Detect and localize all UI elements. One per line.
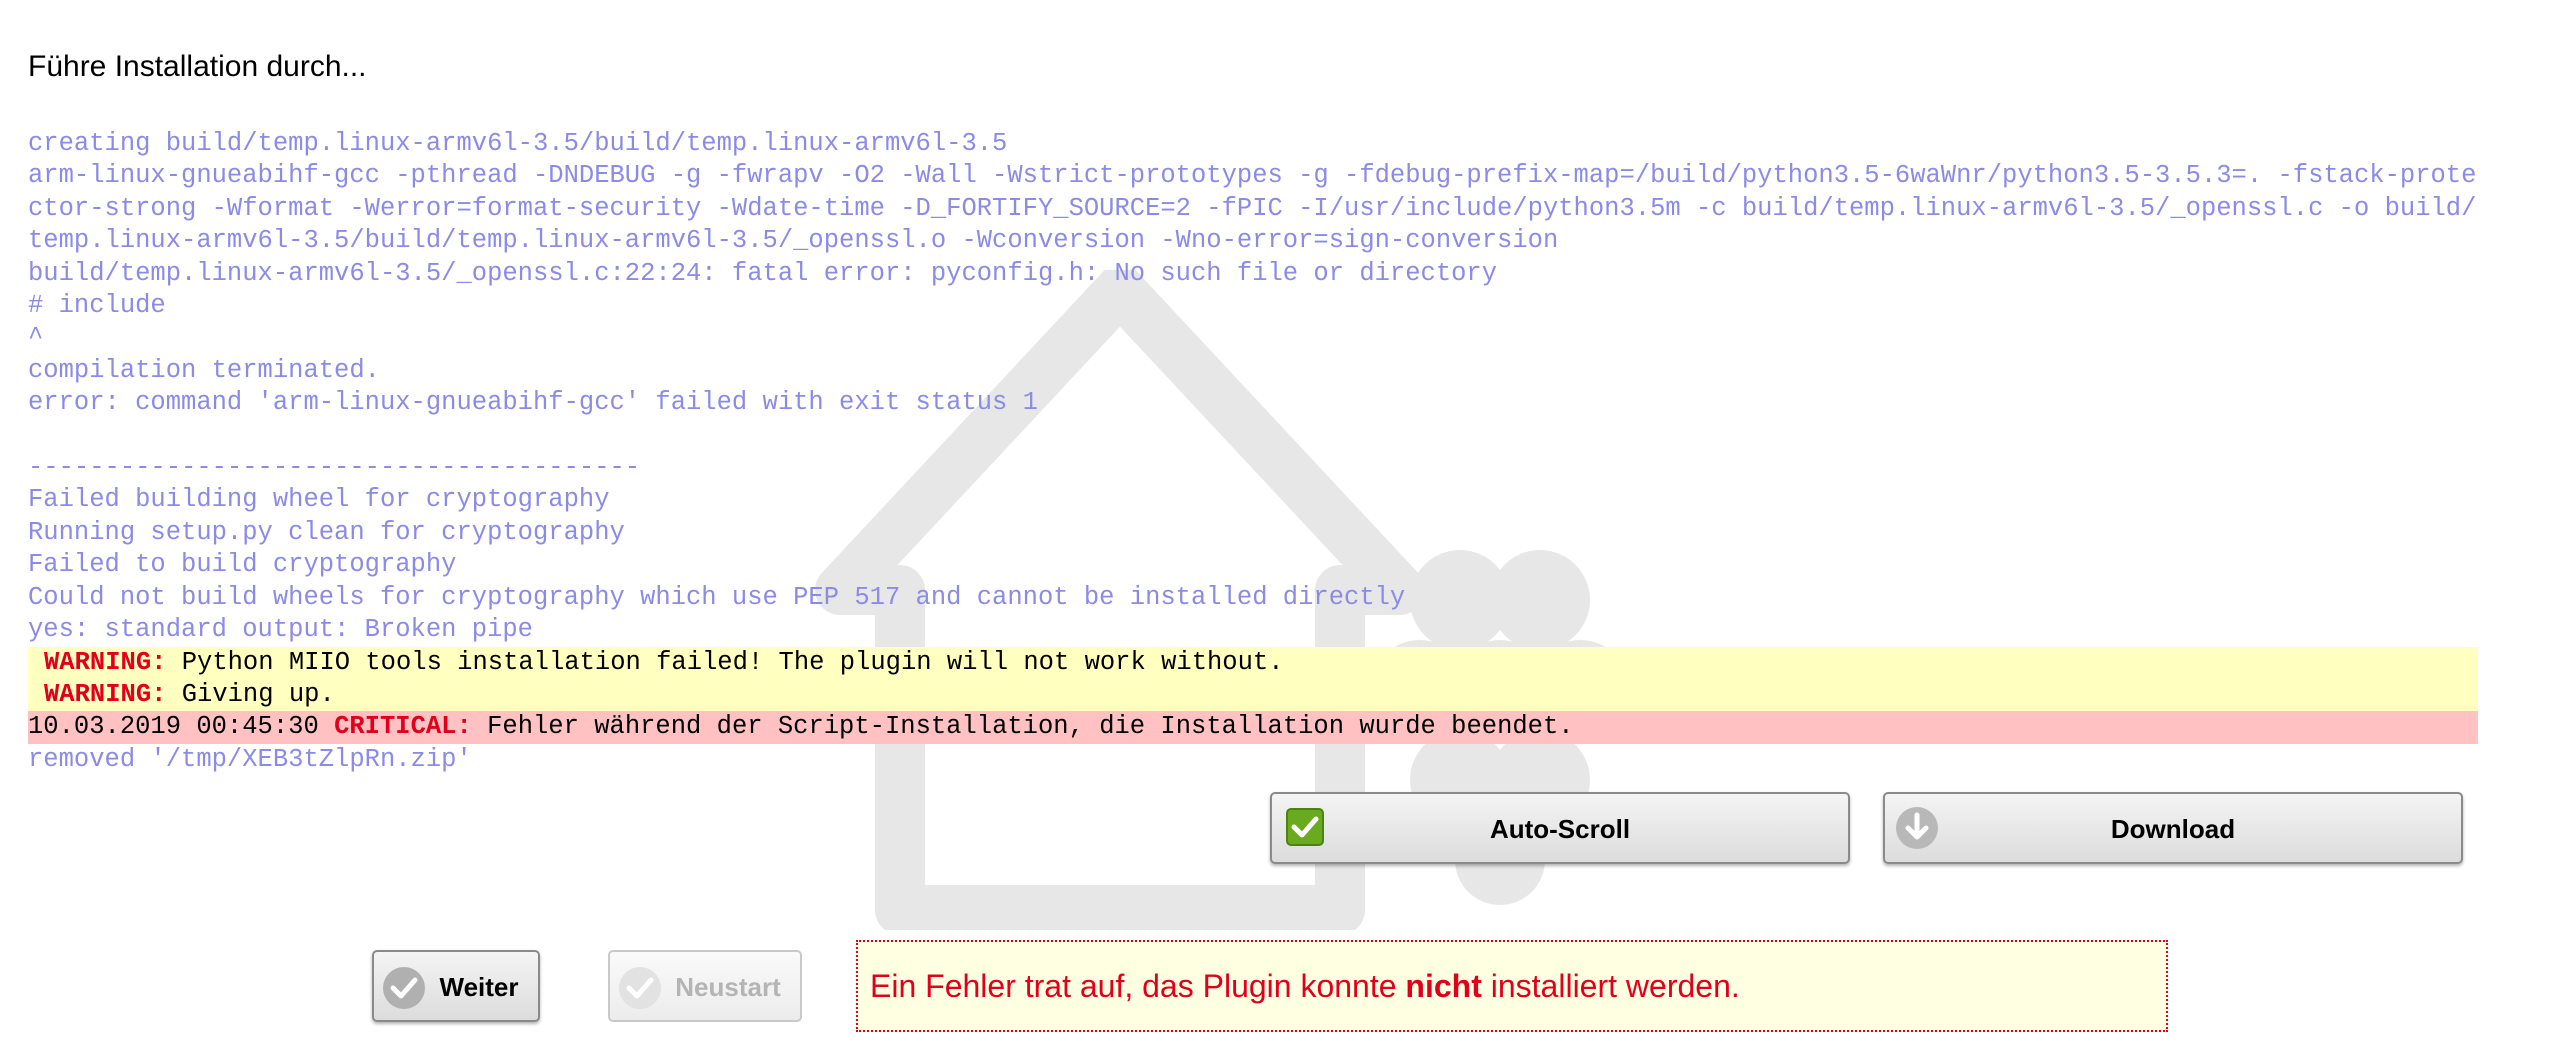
- log-line: compilation terminated.: [28, 355, 380, 385]
- critical-text: Fehler während der Script-Installation, …: [471, 712, 1574, 742]
- log-line: build/temp.linux-armv6l-3.5/_openssl.c:2…: [28, 258, 1498, 288]
- log-line: Could not build wheels for cryptography …: [28, 582, 1406, 612]
- critical-timestamp: 10.03.2019 00:45:30: [28, 712, 335, 742]
- neustart-button[interactable]: Neustart: [608, 950, 802, 1022]
- weiter-button[interactable]: Weiter: [372, 950, 540, 1022]
- weiter-label: Weiter: [439, 972, 519, 1002]
- auto-scroll-label: Auto-Scroll: [1489, 814, 1631, 844]
- download-button[interactable]: Download: [1883, 792, 2463, 864]
- error-message-box: Ein Fehler trat auf, das Plugin konnte n…: [856, 940, 2168, 1032]
- auto-scroll-button[interactable]: Auto-Scroll: [1270, 792, 1850, 864]
- log-line: # include: [28, 291, 166, 321]
- log-line: ^: [28, 323, 44, 353]
- neustart-label: Neustart: [675, 972, 781, 1002]
- log-warning-line: WARNING: Giving up.: [28, 678, 2478, 712]
- log-warning-line: WARNING: Python MIIO tools installation …: [28, 646, 2478, 679]
- log-line: removed '/tmp/XEB3tZlpRn.zip': [28, 744, 472, 774]
- log-line: creating build/temp.linux-armv6l-3.5/bui…: [28, 129, 1008, 158]
- log-line: arm-linux-gnueabihf-gcc -pthread -DNDEBU…: [28, 161, 2477, 256]
- warning-text: Giving up.: [166, 679, 335, 709]
- install-log[interactable]: creating build/temp.linux-armv6l-3.5/bui…: [28, 128, 2478, 776]
- page-title: Führe Installation durch...: [28, 50, 367, 83]
- log-line: Failed to build cryptography: [28, 550, 457, 580]
- log-line: Running setup.py clean for cryptography: [28, 517, 625, 547]
- critical-tag: CRITICAL:: [334, 712, 472, 742]
- log-line: error: command 'arm-linux-gnueabihf-gcc'…: [28, 388, 1038, 418]
- error-message-text: Ein Fehler trat auf, das Plugin konnte: [870, 968, 1406, 1004]
- log-critical-line: 10.03.2019 00:45:30 CRITICAL: Fehler wäh…: [28, 711, 2478, 744]
- error-message-text-end: installiert werden.: [1481, 968, 1740, 1004]
- log-line: yes: standard output: Broken pipe: [28, 615, 533, 645]
- download-label: Download: [2110, 814, 2236, 844]
- warning-text: Python MIIO tools installation failed! T…: [166, 647, 1284, 677]
- warning-tag: WARNING:: [44, 647, 167, 677]
- warning-tag: WARNING:: [44, 679, 167, 709]
- log-line: ----------------------------------------: [28, 453, 641, 483]
- error-message-emphasis: nicht: [1405, 968, 1482, 1004]
- log-line: Failed building wheel for cryptography: [28, 485, 610, 515]
